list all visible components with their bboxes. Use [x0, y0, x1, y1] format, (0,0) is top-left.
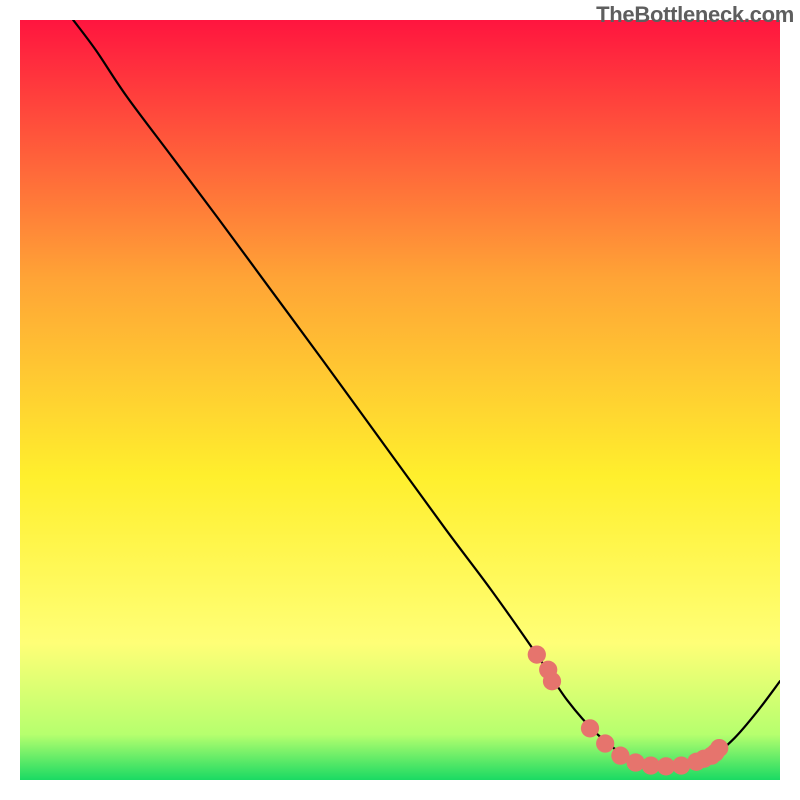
overlay-dot	[626, 753, 644, 771]
overlay-dot	[710, 739, 728, 757]
chart-container: TheBottleneck.com	[0, 0, 800, 800]
plot-area	[20, 20, 780, 780]
overlay-dot	[528, 645, 546, 663]
chart-svg	[20, 20, 780, 780]
overlay-dot	[581, 719, 599, 737]
overlay-dot	[672, 756, 690, 774]
overlay-dot	[539, 661, 557, 679]
overlay-dot	[596, 734, 614, 752]
gradient-background	[20, 20, 780, 780]
watermark-text: TheBottleneck.com	[596, 2, 794, 28]
